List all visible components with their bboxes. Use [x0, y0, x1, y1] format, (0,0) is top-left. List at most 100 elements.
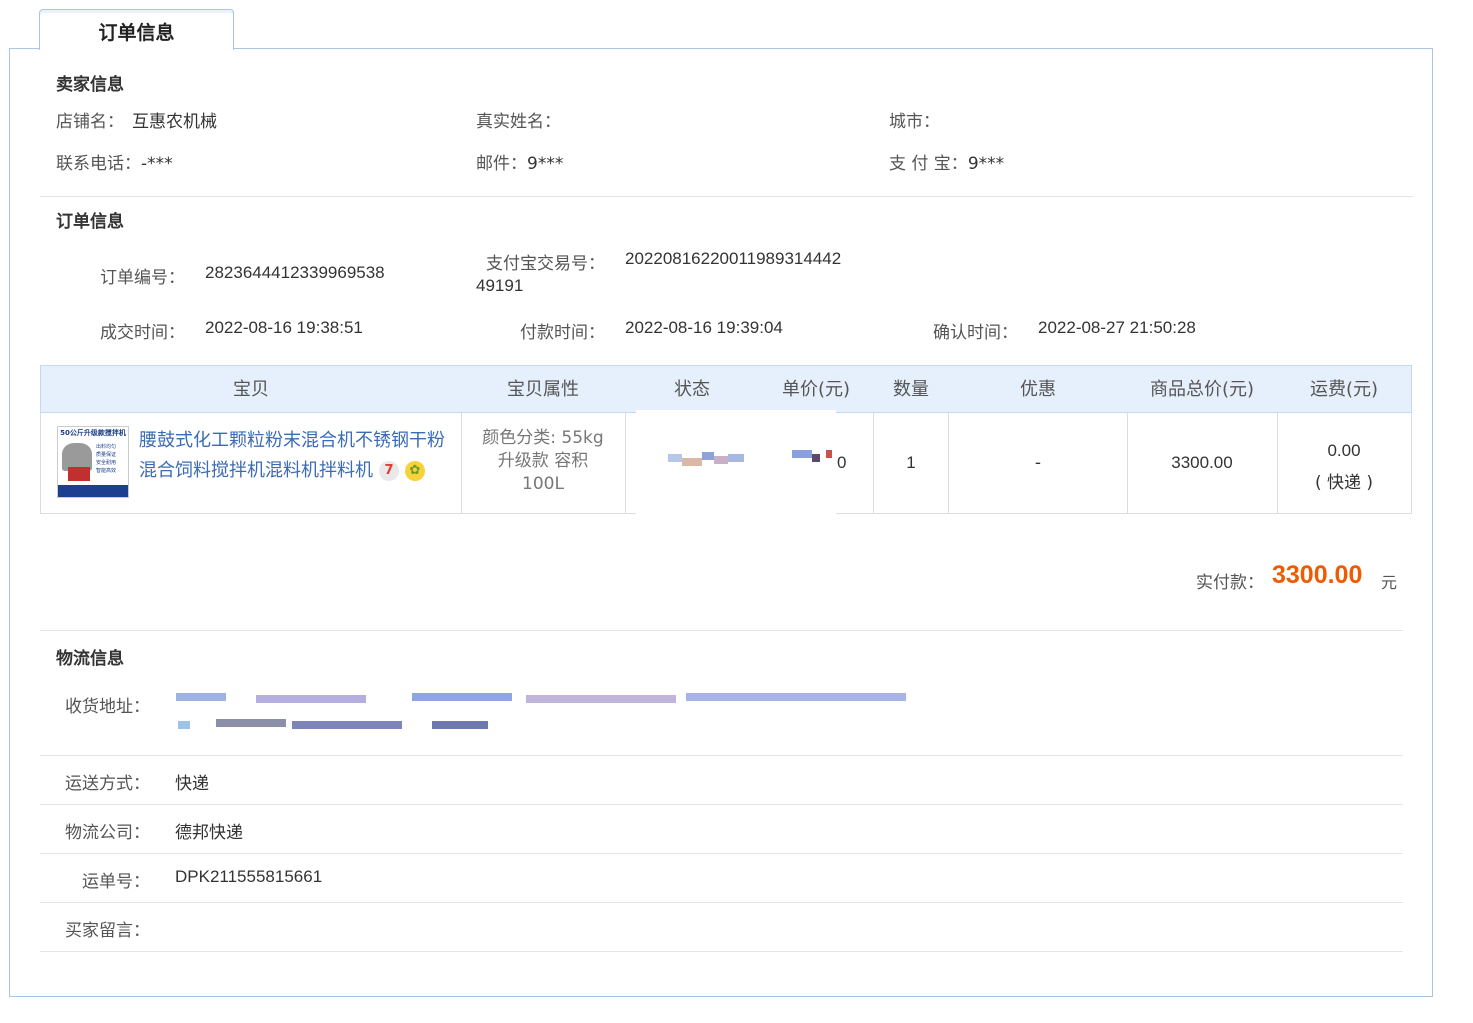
thumbnail-feature: 智能高效 [96, 468, 117, 474]
redaction-pixel [682, 458, 702, 466]
shop-name-field: 店铺名： 互惠农机械 [56, 107, 217, 132]
email-field: 邮件：9*** [476, 149, 563, 174]
product-attributes: 颜色分类: 55kg 升级款 容积 100L [461, 427, 625, 496]
redaction-pixel [432, 721, 488, 729]
col-header-discount: 优惠 [1020, 379, 1056, 400]
logistics-company-value: 德邦快递 [175, 823, 243, 843]
redaction-pixel [686, 693, 906, 701]
shipping-method: ( 快递 ) [1314, 473, 1374, 493]
order-no-label: 订单编号： [100, 268, 185, 288]
redaction-pixel [412, 693, 512, 701]
redaction-pixel [728, 454, 744, 462]
col-header-quantity: 数量 [893, 379, 929, 400]
col-header-unit-price: 单价(元) [781, 379, 851, 400]
trade-no-value: 20220816220011989314442 [625, 249, 842, 268]
deal-time-label: 成交时间： [100, 323, 185, 343]
redaction-pixel [178, 721, 190, 729]
waybill-label: 运单号： [82, 872, 150, 892]
shipping-fee: 0.00 [1327, 441, 1361, 460]
email-value: 9*** [527, 154, 564, 174]
redaction-pixel [256, 695, 366, 703]
divider [40, 196, 1413, 197]
redaction-pixel [714, 456, 728, 464]
waybill-row: 运单号： DPK211555815661 [40, 854, 1403, 903]
actual-payment-amount: 3300.00 [1272, 561, 1363, 589]
unit-price-value: 0 [837, 453, 847, 472]
redaction-pixel [812, 454, 820, 462]
tab-order-info[interactable]: 订单信息 [39, 9, 234, 50]
seven-day-return-icon: 7 [379, 461, 399, 481]
redaction-pixel [292, 721, 402, 729]
shipping-method-row: 运送方式： 快递 [40, 756, 1403, 805]
col-header-status: 状态 [674, 379, 710, 400]
shipping-method-value: 快递 [175, 774, 209, 794]
thumbnail-caption: 50公斤升级款搅拌机 [58, 427, 128, 439]
redaction-pixel [826, 450, 832, 458]
col-header-attributes: 宝贝属性 [507, 379, 579, 400]
pay-time-label: 付款时间： [520, 323, 605, 343]
attr-upgrade: 升级款 容积 [497, 451, 589, 471]
buyer-message-label: 买家留言： [65, 921, 150, 941]
phone-value: -*** [141, 154, 173, 174]
pay-time-value: 2022-08-16 19:39:04 [625, 318, 783, 337]
order-no-value: 2823644412339969538 [205, 263, 385, 282]
alipay-field: 支 付 宝：9*** [889, 149, 1004, 174]
logistics-company-label: 物流公司： [65, 823, 150, 843]
phone-label: 联系电话： [56, 154, 141, 174]
quantity-value: 1 [906, 453, 916, 472]
thumbnail-footer [58, 485, 128, 497]
seller-section-title: 卖家信息 [56, 75, 124, 95]
phone-field: 联系电话：-*** [56, 149, 173, 174]
trade-no-value-cont: 49191 [476, 276, 524, 295]
total-value: 3300.00 [1171, 453, 1233, 472]
actual-payment-label: 实付款： [1196, 573, 1264, 593]
shipping-address-label: 收货地址： [65, 697, 150, 717]
redaction-pixel [702, 452, 714, 460]
shop-name-value: 互惠农机械 [132, 112, 217, 132]
shipping-address-redacted [176, 691, 916, 741]
alipay-label: 支 付 宝： [889, 154, 968, 174]
confirm-time-value: 2022-08-27 21:50:28 [1038, 318, 1196, 337]
redaction-block [636, 410, 836, 516]
redaction-pixel [216, 719, 286, 727]
realname-label: 真实姓名： [476, 112, 561, 132]
redaction-pixel [792, 450, 812, 458]
thumbnail-feature: 出料均匀 [96, 444, 117, 450]
shipping-method-label: 运送方式： [65, 774, 150, 794]
redaction-pixel [176, 693, 226, 701]
attr-color: 颜色分类: 55kg [482, 428, 604, 448]
alipay-value: 9*** [967, 154, 1005, 174]
logistics-section-title: 物流信息 [56, 649, 124, 669]
realname-field: 真实姓名： [476, 107, 561, 132]
email-label: 邮件： [476, 154, 527, 174]
discount-value: - [1034, 453, 1042, 473]
confirm-time-label: 确认时间： [933, 323, 1018, 343]
item-table-header: 宝贝 宝贝属性 状态 单价(元) 数量 优惠 商品总价(元) 运费(元) [40, 365, 1412, 413]
shop-name-label: 店铺名： [56, 112, 124, 132]
product-title-link[interactable]: 腰鼓式化工颗粒粉末混合机不锈钢干粉混合饲料搅拌机混料机拌料机 7 ✿ [139, 426, 449, 486]
waybill-value[interactable]: DPK211555815661 [175, 867, 322, 887]
divider [625, 413, 626, 513]
thumbnail-feature: 质量保证 [96, 452, 117, 458]
product-thumbnail[interactable]: 50公斤升级款搅拌机 出料均匀 质量保证 安全耐用 智能高效 [57, 426, 129, 498]
currency-unit: 元 [1381, 573, 1398, 592]
buyer-message-row: 买家留言： [40, 903, 1403, 952]
shipping-cell: 0.00 ( 快递 ) [1277, 435, 1411, 499]
deal-time-value: 2022-08-16 19:38:51 [205, 318, 363, 337]
thumbnail-features: 出料均匀 质量保证 安全耐用 智能高效 [96, 443, 126, 475]
divider [40, 630, 1403, 631]
redaction-pixel [668, 454, 682, 462]
col-header-shipping: 运费(元) [1309, 379, 1379, 400]
mixer-base [68, 467, 90, 481]
col-header-item: 宝贝 [233, 379, 269, 400]
redaction-pixel [526, 695, 676, 703]
guarantee-icon: ✿ [405, 461, 425, 481]
col-header-total: 商品总价(元) [1149, 379, 1255, 400]
order-section-title: 订单信息 [56, 212, 124, 232]
attr-volume: 100L [522, 474, 564, 494]
product-title[interactable]: 腰鼓式化工颗粒粉末混合机不锈钢干粉混合饲料搅拌机混料机拌料机 [139, 430, 445, 481]
city-label: 城市： [889, 112, 940, 132]
city-field: 城市： [889, 107, 940, 132]
thumbnail-feature: 安全耐用 [96, 460, 117, 466]
trade-no-label: 支付宝交易号： [486, 254, 605, 274]
